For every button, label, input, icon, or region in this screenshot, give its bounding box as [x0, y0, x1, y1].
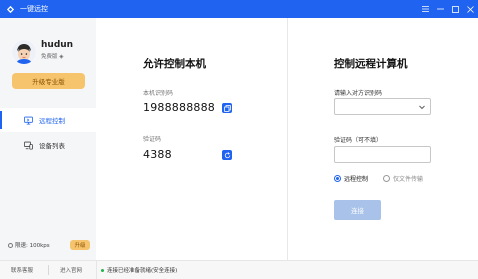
copy-id-button[interactable]: [222, 103, 232, 113]
sidebar: hudun 免费版 ◈ 升级专业版 远程控制 设备列表 限速: 100kps 升…: [0, 18, 96, 260]
control-remote-heading: 控制远程计算机: [334, 58, 408, 70]
local-id-value: 1988888888: [143, 101, 215, 114]
radio-file-transfer[interactable]: 仅文件传输: [383, 174, 423, 183]
device-list-icon: [24, 141, 33, 150]
sidebar-item-label: 远程控制: [39, 117, 65, 125]
copy-icon: [223, 104, 231, 112]
speed-limit-text: 限速: 100kps: [15, 243, 50, 249]
official-site-link[interactable]: 进入官网: [60, 266, 82, 274]
radio-label: 远程控制: [344, 176, 369, 183]
sidebar-item-device-list[interactable]: 设备列表: [0, 133, 96, 157]
peer-id-label: 请输入对方识别码: [334, 90, 383, 97]
footer-separator: [96, 261, 97, 279]
close-icon[interactable]: [463, 0, 478, 18]
local-code-label: 验证码: [143, 136, 162, 143]
speed-icon: [8, 242, 13, 248]
speed-limit: 限速: 100kps: [8, 241, 50, 249]
status-dot-icon: [101, 268, 104, 272]
radio-selected-icon: [334, 175, 341, 182]
maximize-icon[interactable]: [448, 0, 463, 18]
app-logo-icon: [6, 5, 15, 13]
local-code-value: 4388: [143, 148, 172, 161]
remote-control-icon: [24, 116, 33, 125]
peer-id-input[interactable]: [334, 98, 431, 115]
minimize-icon[interactable]: [433, 0, 448, 18]
window-title: 一键远控: [20, 5, 48, 13]
avatar[interactable]: [12, 40, 36, 64]
speed-upgrade-button[interactable]: 升级: [70, 240, 90, 250]
radio-unselected-icon: [383, 175, 390, 182]
sidebar-item-label: 设备列表: [39, 142, 65, 150]
contact-support-link[interactable]: 联系客服: [11, 266, 33, 274]
upgrade-pro-button[interactable]: 升级专业版: [12, 73, 85, 89]
username: hudun: [41, 40, 74, 50]
panel-divider: [287, 18, 288, 260]
menu-icon[interactable]: [418, 0, 433, 18]
refresh-code-button[interactable]: [222, 150, 232, 160]
chevron-down-icon[interactable]: [418, 103, 426, 111]
footer: 联系客服 进入官网 连接已经准备就绪(安全连接): [0, 260, 478, 279]
connection-status-text: 连接已经准备就绪(安全连接): [107, 268, 178, 274]
remote-code-input[interactable]: [334, 146, 431, 163]
local-id-label: 本机识别码: [143, 90, 174, 97]
connection-status: 连接已经准备就绪(安全连接): [101, 266, 177, 274]
sidebar-item-remote-control[interactable]: 远程控制: [0, 108, 96, 132]
remote-code-label: 验证码（可不填）: [334, 137, 383, 144]
refresh-icon: [224, 151, 230, 158]
account-tier: 免费版 ◈: [41, 54, 64, 60]
connect-button[interactable]: 连接: [334, 200, 381, 220]
title-bar: 一键远控: [0, 0, 478, 18]
footer-separator: [48, 265, 49, 275]
allow-control-heading: 允许控制本机: [143, 58, 206, 70]
radio-label: 仅文件传输: [393, 176, 424, 183]
radio-remote-control[interactable]: 远程控制: [334, 174, 368, 183]
